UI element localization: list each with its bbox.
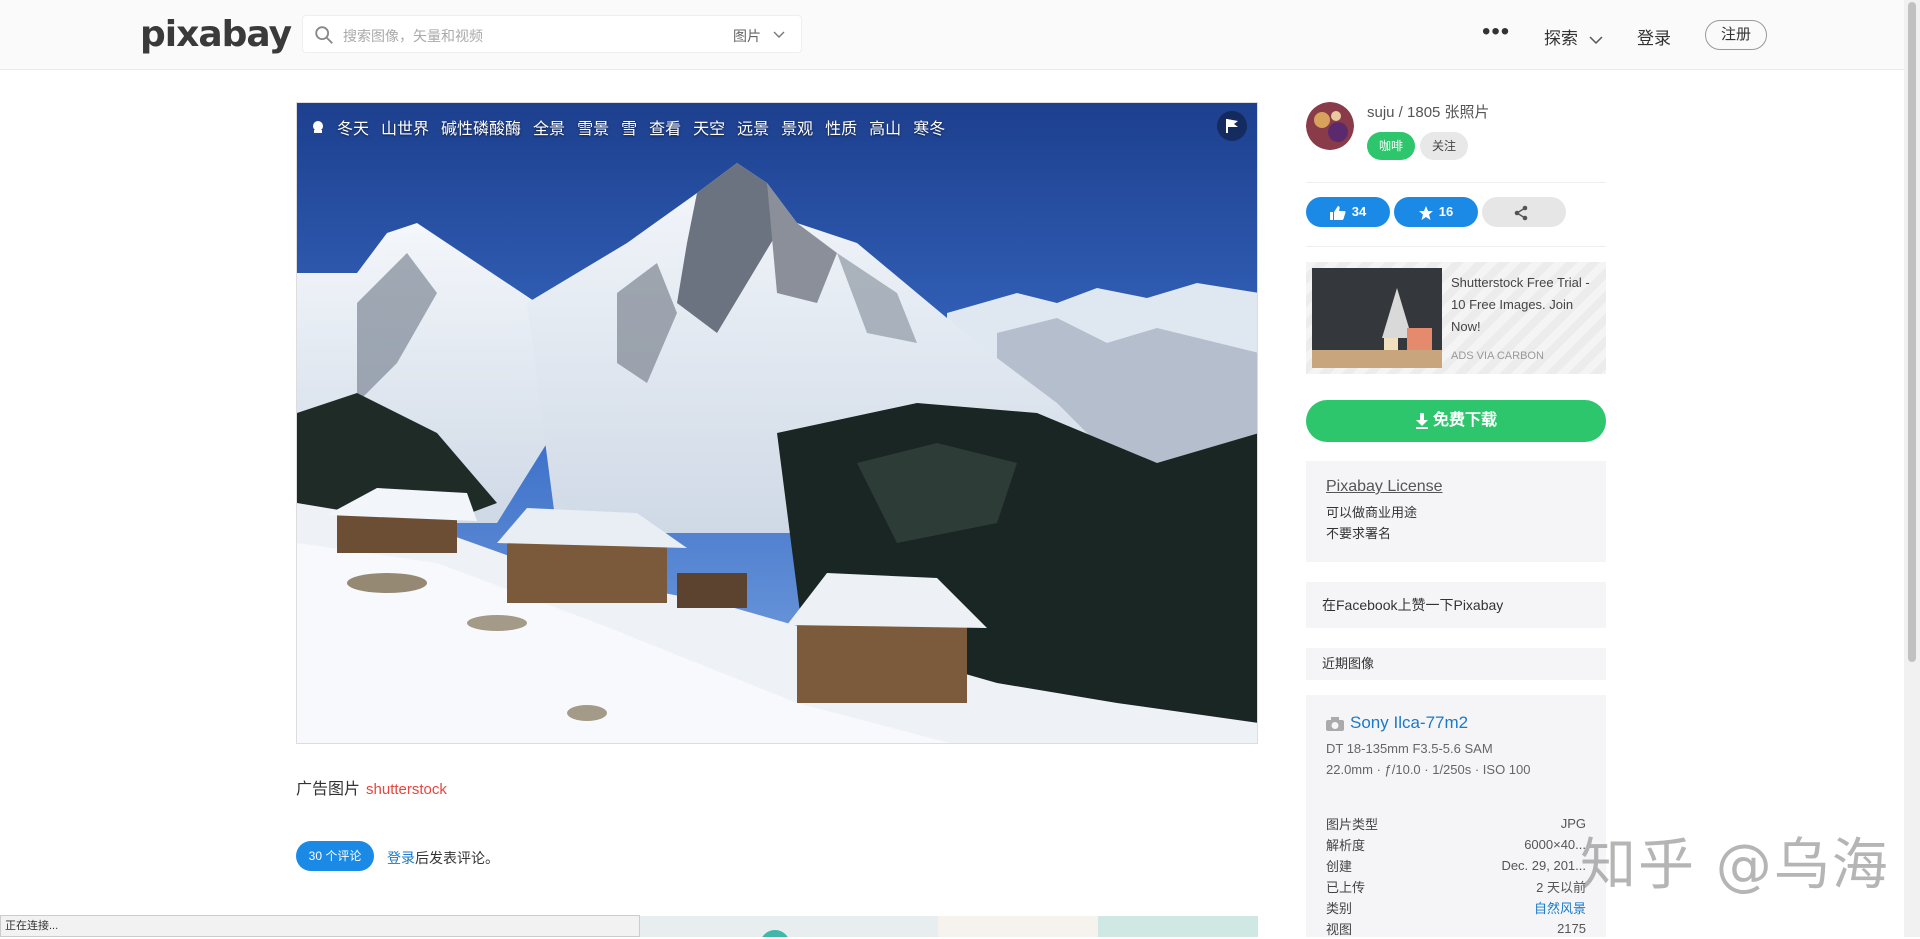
detail-value: 2 天以前 — [1536, 880, 1586, 895]
detail-value: JPG — [1560, 816, 1586, 831]
avatar[interactable] — [1306, 102, 1354, 150]
tag-list: 冬天 山世界 碱性磷酸酶 全景 雪景 雪 查看 天空 远景 景观 性质 高山 寒… — [309, 115, 957, 139]
login-link[interactable]: 登录 — [1637, 24, 1671, 49]
ad-label: 广告图片 — [296, 781, 361, 798]
chevron-down-icon — [1589, 35, 1603, 44]
tag-link[interactable]: 查看 — [649, 115, 681, 139]
facebook-like-box[interactable]: 在Facebook上赞一下Pixabay — [1306, 582, 1606, 628]
detail-key: 类别 — [1326, 901, 1353, 916]
detail-key: 解析度 — [1326, 838, 1366, 853]
license-line: 不要求署名 — [1326, 526, 1392, 541]
zhihu-watermark: 知乎 @乌海 — [1580, 833, 1890, 898]
pixabay-logo[interactable]: pixabay — [140, 14, 292, 55]
search-icon — [315, 26, 333, 44]
tag-link[interactable]: 碱性磷酸酶 — [441, 115, 521, 139]
detail-value: 6000×40... — [1524, 837, 1586, 852]
ad-thumbnail — [1312, 268, 1442, 368]
table-row: 视图 2175 — [1326, 918, 1586, 939]
table-row: 类别 自然风景 — [1326, 897, 1586, 918]
search-bar[interactable]: 搜索图像，矢量和视频 图片 — [302, 15, 802, 53]
table-row: 已上传 2 天以前 — [1326, 876, 1586, 897]
flag-icon — [1226, 119, 1238, 133]
follow-button[interactable]: 关注 — [1420, 132, 1468, 160]
image-details-table: 图片类型 JPG 解析度 6000×40... 创建 Dec. 29, 201... … — [1326, 813, 1586, 939]
detail-key: 创建 — [1326, 859, 1353, 874]
comments-count-button[interactable]: 30 个评论 — [296, 841, 374, 871]
tag-link[interactable]: 全景 — [533, 115, 565, 139]
avatar-image — [1306, 102, 1354, 150]
search-input[interactable]: 搜索图像，矢量和视频 — [343, 26, 483, 46]
carbon-ad-via[interactable]: ADS VIA CARBON — [1451, 350, 1544, 362]
explore-label: 探索 — [1544, 29, 1578, 48]
download-icon — [1415, 412, 1428, 429]
author-name[interactable]: suju / 1805 张照片 — [1367, 101, 1490, 122]
detail-key: 视图 — [1326, 922, 1353, 937]
browser-status-bar: 正在连接... — [0, 915, 640, 937]
explore-menu[interactable]: 探索 — [1544, 24, 1603, 49]
page-scrollbar[interactable] — [1904, 0, 1920, 937]
detail-key: 图片类型 — [1326, 817, 1379, 832]
license-line: 可以做商业用途 — [1326, 505, 1418, 520]
sponsored-label: 广告图片 shutterstock — [296, 775, 447, 799]
exposure-settings: 22.0mm · ƒ/10.0 · 1/250s · ISO 100 — [1326, 762, 1531, 777]
shutterstock-link[interactable]: shutterstock — [366, 781, 447, 798]
lens-info: DT 18-135mm F3.5-5.6 SAM — [1326, 741, 1493, 756]
table-row: 解析度 6000×40... — [1326, 834, 1586, 855]
tag-link[interactable]: 远景 — [737, 115, 769, 139]
share-button[interactable] — [1482, 197, 1566, 227]
related-thumb-mint — [1098, 916, 1258, 937]
recent-images-header[interactable]: 近期图像 — [1306, 648, 1606, 680]
report-flag-button[interactable] — [1217, 111, 1247, 141]
main-photo[interactable]: 冬天 山世界 碱性磷酸酶 全景 雪景 雪 查看 天空 远景 景观 性质 高山 寒… — [296, 102, 1258, 744]
detail-value: 2175 — [1557, 921, 1586, 936]
favorite-count: 16 — [1438, 204, 1454, 219]
tag-link[interactable]: 景观 — [781, 115, 813, 139]
tag-link[interactable]: 天空 — [693, 115, 725, 139]
scrollbar-thumb[interactable] — [1908, 2, 1916, 662]
mountain-landscape-image — [297, 103, 1257, 743]
carbon-ad[interactable]: Shutterstock Free Trial - 10 Free Images… — [1306, 262, 1606, 374]
exif-panel: Sony Ilca-77m2 DT 18-135mm F3.5-5.6 SAM … — [1306, 695, 1606, 937]
camera-model[interactable]: Sony Ilca-77m2 — [1326, 713, 1586, 733]
tag-link[interactable]: 高山 — [869, 115, 901, 139]
star-icon — [1418, 205, 1433, 220]
more-menu-button[interactable]: ••• — [1482, 18, 1510, 46]
related-images-strip[interactable] — [640, 916, 1258, 937]
license-link[interactable]: Pixabay License — [1326, 478, 1586, 496]
table-row: 创建 Dec. 29, 201... — [1326, 855, 1586, 876]
like-button[interactable]: 34 — [1306, 197, 1390, 227]
like-count: 34 — [1351, 204, 1367, 219]
tag-link[interactable]: 雪 — [621, 115, 637, 139]
related-thumb-circle — [760, 930, 790, 937]
camera-icon — [1326, 716, 1344, 731]
favorite-button[interactable]: 16 — [1394, 197, 1478, 227]
detail-value: Dec. 29, 201... — [1501, 858, 1586, 873]
tag-link[interactable]: 山世界 — [381, 115, 429, 139]
detail-key: 已上传 — [1326, 880, 1366, 895]
divider — [1306, 246, 1606, 247]
table-row: 图片类型 JPG — [1326, 813, 1586, 834]
tag-link[interactable]: 雪景 — [577, 115, 609, 139]
share-icon — [1514, 205, 1528, 220]
comment-login-link[interactable]: 登录 — [387, 850, 415, 866]
divider — [1306, 182, 1606, 183]
download-label: 免费下载 — [1432, 412, 1497, 429]
search-type-select[interactable]: 图片 — [733, 26, 761, 46]
license-box: Pixabay License 可以做商业用途 不要求署名 — [1306, 461, 1606, 562]
camera-model-label: Sony Ilca-77m2 — [1350, 713, 1469, 732]
comment-suffix: 后发表评论。 — [415, 850, 499, 866]
coffee-button[interactable]: 咖啡 — [1367, 132, 1415, 160]
top-header: pixabay 搜索图像，矢量和视频 图片 ••• 探索 登录 注册 — [0, 0, 1904, 70]
tag-link[interactable]: 性质 — [825, 115, 857, 139]
tag-link[interactable]: 寒冬 — [913, 115, 945, 139]
free-download-button[interactable]: 免费下载 — [1306, 400, 1606, 442]
tag-icon — [313, 121, 323, 133]
chevron-down-icon[interactable] — [773, 28, 785, 40]
comment-prompt: 登录后发表评论。 — [387, 848, 499, 868]
signup-button[interactable]: 注册 — [1705, 20, 1767, 50]
carbon-ad-text[interactable]: Shutterstock Free Trial - 10 Free Images… — [1451, 272, 1601, 338]
thumbs-up-icon — [1329, 205, 1346, 220]
tag-link[interactable]: 冬天 — [337, 115, 369, 139]
category-link[interactable]: 自然风景 — [1425, 897, 1586, 918]
